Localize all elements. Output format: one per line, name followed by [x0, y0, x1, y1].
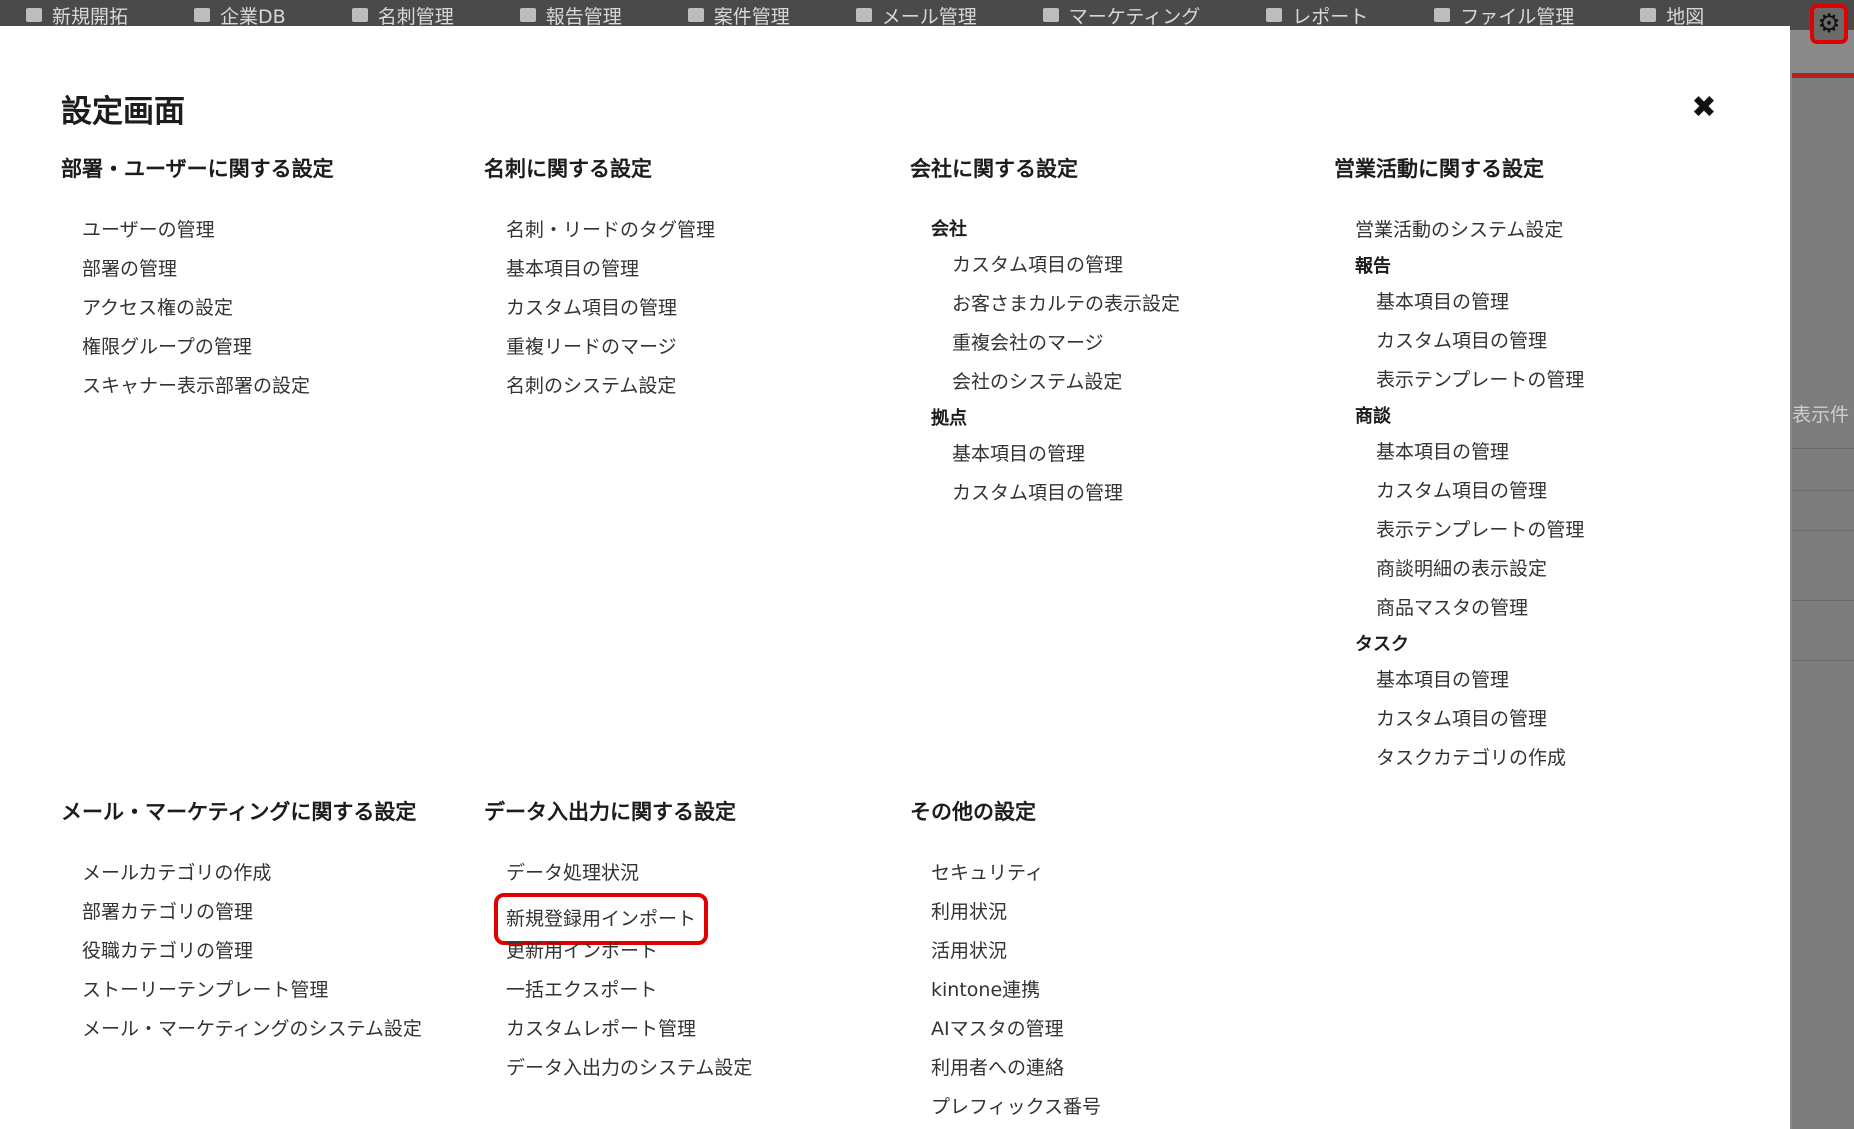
- section-mail-marketing: メール・マーケティングに関する設定 メールカテゴリの作成 部署カテゴリの管理 役…: [61, 796, 422, 1049]
- section-heading: 会社に関する設定: [910, 157, 1078, 181]
- megaphone-icon: [1042, 8, 1059, 22]
- section-company: 会社に関する設定 会社 カスタム項目の管理 お客さまカルテの表示設定 重複会社の…: [910, 153, 1180, 513]
- section-dept-user: 部署・ユーザーに関する設定 ユーザーの管理 部署の管理 アクセス権の設定 権限グ…: [61, 153, 334, 406]
- group-label-company: 会社: [931, 219, 967, 240]
- active-tab-indicator: [1792, 73, 1854, 78]
- grid-icon: [1266, 8, 1283, 22]
- section-heading: その他の設定: [910, 800, 1036, 824]
- link-mail-category[interactable]: メールカテゴリの作成: [82, 854, 422, 893]
- nav-item-report-view[interactable]: レポート: [1266, 2, 1368, 29]
- link-branch-basic-fields[interactable]: 基本項目の管理: [952, 435, 1180, 474]
- nav-item-new[interactable]: 新規開拓: [26, 2, 128, 29]
- link-prefix-number[interactable]: プレフィックス番号: [931, 1088, 1101, 1127]
- section-data-io: データ入出力に関する設定 データ処理状況 新規登録用インポート 更新用インポート…: [484, 796, 752, 1088]
- section-card: 名刺に関する設定 名刺・リードのタグ管理 基本項目の管理 カスタム項目の管理 重…: [484, 153, 715, 406]
- link-customer-karte[interactable]: お客さまカルテの表示設定: [952, 285, 1180, 324]
- link-sales-system-settings[interactable]: 営業活動のシステム設定: [1355, 211, 1584, 250]
- section-heading: メール・マーケティングに関する設定: [61, 800, 417, 824]
- link-utilization-status[interactable]: 活用状況: [931, 932, 1101, 971]
- link-duplicate-company-merge[interactable]: 重複会社のマージ: [952, 324, 1180, 363]
- bg-row-line: [1792, 600, 1854, 601]
- link-position-category[interactable]: 役職カテゴリの管理: [82, 932, 422, 971]
- link-kintone[interactable]: kintone連携: [931, 971, 1101, 1010]
- link-duplicate-lead-merge[interactable]: 重複リードのマージ: [506, 328, 715, 367]
- link-deal-basic-fields[interactable]: 基本項目の管理: [1376, 433, 1584, 472]
- nav-item-company-db[interactable]: 企業DB: [194, 2, 286, 29]
- link-task-category[interactable]: タスクカテゴリの作成: [1376, 739, 1584, 778]
- section-heading: 営業活動に関する設定: [1334, 157, 1544, 181]
- group-label-deal: 商談: [1355, 406, 1391, 427]
- nav-item-deals[interactable]: 案件管理: [687, 2, 790, 29]
- section-heading: データ入出力に関する設定: [484, 800, 736, 824]
- link-card-basic-fields[interactable]: 基本項目の管理: [506, 250, 715, 289]
- section-heading: 名刺に関する設定: [484, 157, 652, 181]
- link-task-custom-fields[interactable]: カスタム項目の管理: [1376, 700, 1584, 739]
- group-label-branch: 拠点: [931, 408, 967, 429]
- link-company-system-settings[interactable]: 会社のシステム設定: [952, 363, 1180, 402]
- close-icon[interactable]: ✖: [1690, 93, 1718, 123]
- link-report-custom-fields[interactable]: カスタム項目の管理: [1376, 322, 1584, 361]
- link-deal-templates[interactable]: 表示テンプレートの管理: [1376, 511, 1584, 550]
- nav-item-reports[interactable]: 報告管理: [519, 2, 622, 29]
- group-label-report: 報告: [1355, 256, 1391, 277]
- bg-row-line: [1792, 660, 1854, 661]
- bg-row-line: [1792, 448, 1854, 449]
- link-dept-category[interactable]: 部署カテゴリの管理: [82, 893, 422, 932]
- link-user-management[interactable]: ユーザーの管理: [82, 211, 334, 250]
- section-other: その他の設定 セキュリティ 利用状況 活用状況 kintone連携 AIマスタの…: [910, 796, 1101, 1127]
- link-story-template[interactable]: ストーリーテンプレート管理: [82, 971, 422, 1010]
- bg-row-line: [1792, 530, 1854, 531]
- nav-item-marketing[interactable]: マーケティング: [1042, 2, 1200, 29]
- card-icon: [351, 8, 368, 22]
- nav-item-cards[interactable]: 名刺管理: [351, 2, 454, 29]
- link-branch-custom-fields[interactable]: カスタム項目の管理: [952, 474, 1180, 513]
- home-icon: [26, 8, 42, 22]
- link-contact-users[interactable]: 利用者への連絡: [931, 1049, 1101, 1088]
- link-deal-custom-fields[interactable]: カスタム項目の管理: [1376, 472, 1584, 511]
- background-display-count-label: 表示件: [1792, 404, 1850, 426]
- link-card-system-settings[interactable]: 名刺のシステム設定: [506, 367, 715, 406]
- bg-row-line: [1792, 490, 1854, 491]
- link-report-templates[interactable]: 表示テンプレートの管理: [1376, 361, 1584, 400]
- nav-item-files[interactable]: ファイル管理: [1434, 2, 1574, 29]
- deal-icon: [687, 8, 704, 22]
- link-data-io-system-settings[interactable]: データ入出力のシステム設定: [506, 1049, 752, 1088]
- link-scanner-dept[interactable]: スキャナー表示部署の設定: [82, 367, 334, 406]
- section-sales: 営業活動に関する設定 営業活動のシステム設定 報告 基本項目の管理 カスタム項目…: [1334, 153, 1584, 778]
- link-product-master[interactable]: 商品マスタの管理: [1376, 589, 1584, 628]
- link-permission-groups[interactable]: 権限グループの管理: [82, 328, 334, 367]
- link-usage-status[interactable]: 利用状況: [931, 893, 1101, 932]
- link-company-custom-fields[interactable]: カスタム項目の管理: [952, 246, 1180, 285]
- link-mail-system-settings[interactable]: メール・マーケティングのシステム設定: [82, 1010, 422, 1049]
- link-deal-detail-settings[interactable]: 商談明細の表示設定: [1376, 550, 1584, 589]
- link-task-basic-fields[interactable]: 基本項目の管理: [1376, 661, 1584, 700]
- folder-icon: [1434, 8, 1451, 22]
- link-security[interactable]: セキュリティ: [931, 854, 1101, 893]
- gear-icon: ⚙: [1817, 9, 1841, 39]
- link-dept-management[interactable]: 部署の管理: [82, 250, 334, 289]
- link-new-import-item[interactable]: 新規登録用インポート: [494, 893, 752, 945]
- nav-item-map[interactable]: 地図: [1640, 2, 1704, 29]
- report-icon: [519, 8, 536, 22]
- link-card-tags[interactable]: 名刺・リードのタグ管理: [506, 211, 715, 250]
- link-custom-report[interactable]: カスタムレポート管理: [506, 1010, 752, 1049]
- modal-title: 設定画面: [61, 94, 185, 130]
- nav-item-mail[interactable]: メール管理: [855, 2, 977, 29]
- link-card-custom-fields[interactable]: カスタム項目の管理: [506, 289, 715, 328]
- settings-gear-button[interactable]: ⚙: [1810, 4, 1848, 44]
- link-report-basic-fields[interactable]: 基本項目の管理: [1376, 283, 1584, 322]
- group-label-task: タスク: [1355, 634, 1409, 655]
- link-access-settings[interactable]: アクセス権の設定: [82, 289, 334, 328]
- background-page: [1792, 78, 1854, 1129]
- mail-icon: [855, 8, 872, 22]
- map-icon: [1640, 8, 1657, 22]
- link-ai-master[interactable]: AIマスタの管理: [931, 1010, 1101, 1049]
- link-bulk-export[interactable]: 一括エクスポート: [506, 971, 752, 1010]
- link-data-processing-status[interactable]: データ処理状況: [506, 854, 752, 893]
- building-icon: [194, 8, 211, 22]
- section-heading: 部署・ユーザーに関する設定: [61, 157, 334, 181]
- link-update-import[interactable]: 更新用インポート: [506, 932, 752, 971]
